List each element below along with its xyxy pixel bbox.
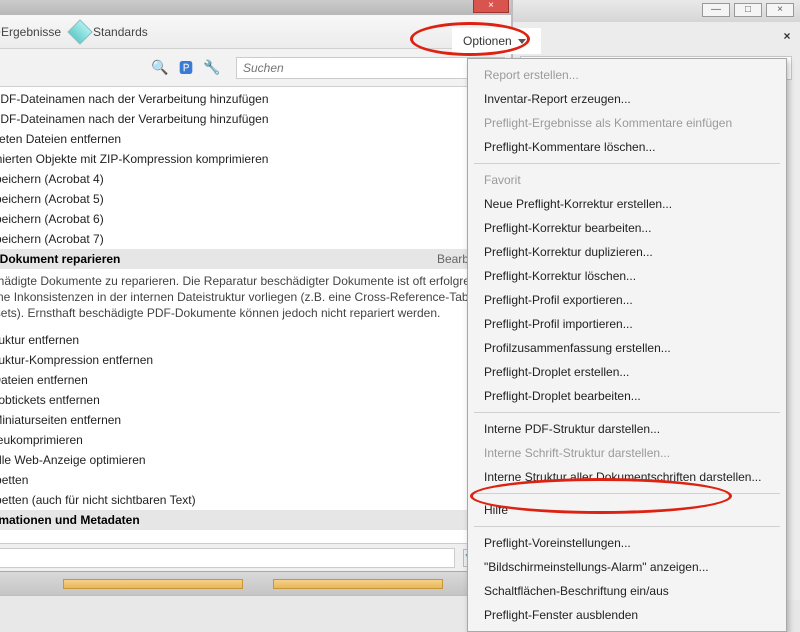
menu-item[interactable]: Preflight-Droplet erstellen...: [468, 360, 786, 384]
list-item[interactable]: -Struktur-Kompression entfernen: [0, 350, 511, 370]
menu-item[interactable]: Interne PDF-Struktur darstellen...: [468, 417, 786, 441]
menu-item: Favorit: [468, 168, 786, 192]
list-item[interactable]: 3 speichern (Acrobat 4): [0, 169, 511, 189]
menu-item[interactable]: Hilfe: [468, 498, 786, 522]
options-button[interactable]: Optionen: [452, 28, 541, 54]
toolbar: 🔍 🅿 🔧: [0, 49, 511, 87]
fixup-description: eschädigte Dokumente zu reparieren. Die …: [0, 269, 511, 330]
options-label: Optionen: [463, 34, 512, 48]
list-item[interactable]: einbetten: [0, 470, 511, 490]
bottom-field[interactable]: n: [0, 548, 455, 568]
menu-separator: [474, 526, 780, 527]
menu-item[interactable]: Profilzusammenfassung erstellen...: [468, 336, 786, 360]
menu-item[interactable]: Preflight-Korrektur löschen...: [468, 264, 786, 288]
tab-label: Standards: [93, 25, 148, 39]
list-item[interactable]: te Jobtickets entfernen: [0, 390, 511, 410]
fixups-list: m PDF-Dateinamen nach der Verarbeitung h…: [0, 89, 511, 535]
menu-item[interactable]: Neue Preflight-Korrektur erstellen...: [468, 192, 786, 216]
list-item[interactable]: te Miniaturseiten entfernen: [0, 410, 511, 430]
list-item[interactable]: betteten Dateien entfernen: [0, 129, 511, 149]
menu-item[interactable]: Preflight-Korrektur duplizieren...: [468, 240, 786, 264]
list-item[interactable]: 4 speichern (Acrobat 5): [0, 189, 511, 209]
list-item[interactable]: m PDF-Dateinamen nach der Verarbeitung h…: [0, 109, 511, 129]
menu-item[interactable]: Preflight-Droplet bearbeiten...: [468, 384, 786, 408]
selected-fixup-header[interactable]: tes Dokument reparieren Bearbeiten...: [0, 249, 511, 269]
list-item[interactable]: P neukomprimieren: [0, 430, 511, 450]
results-icon: [0, 19, 1, 44]
menu-item[interactable]: Preflight-Korrektur bearbeiten...: [468, 216, 786, 240]
wrench-search-icon[interactable]: 🔧: [202, 58, 222, 78]
menu-item[interactable]: Schaltflächen-Beschriftung ein/aus: [468, 579, 786, 603]
status-strip: [0, 571, 511, 595]
search-input[interactable]: [236, 57, 505, 79]
list-item[interactable]: primierten Objekte mit ZIP-Kompression k…: [0, 149, 511, 169]
list-item[interactable]: hnelle Web-Anzeige optimieren: [0, 450, 511, 470]
options-menu: Report erstellen...Inventar-Report erzeu…: [467, 58, 787, 632]
list-item[interactable]: m PDF-Dateinamen nach der Verarbeitung h…: [0, 89, 511, 109]
menu-item: Report erstellen...: [468, 63, 786, 87]
menu-item[interactable]: Preflight-Fenster ausblenden: [468, 603, 786, 627]
chevron-down-icon: [518, 39, 526, 44]
selected-fixup-title: tes Dokument reparieren: [0, 252, 120, 266]
progress-segment: [273, 579, 443, 589]
menu-item[interactable]: "Bildschirmeinstellungs-Alarm" anzeigen.…: [468, 555, 786, 579]
list-item[interactable]: einbetten (auch für nicht sichtbaren Tex…: [0, 490, 511, 510]
tab-bar: Ergebnisse Standards: [0, 15, 511, 49]
bg-titlebar: — □ ×: [513, 0, 800, 22]
preflight-window: × Ergebnisse Standards 🔍 🅿 🔧 m PDF-Datei…: [0, 0, 512, 596]
section-metadata: Formationen und Metadaten: [0, 510, 511, 530]
tab-standards[interactable]: Standards: [71, 23, 148, 41]
menu-item[interactable]: Preflight-Profil exportieren...: [468, 288, 786, 312]
magnify-gear-icon[interactable]: 🔍: [150, 58, 170, 78]
tab-results[interactable]: Ergebnisse: [0, 23, 61, 41]
menu-item[interactable]: Inventar-Report erzeugen...: [468, 87, 786, 111]
list-item[interactable]: te Dateien entfernen: [0, 370, 511, 390]
list-item[interactable]: -Struktur entfernen: [0, 330, 511, 350]
menu-separator: [474, 493, 780, 494]
standards-icon: [67, 19, 92, 44]
list-item[interactable]: 5 speichern (Acrobat 6): [0, 209, 511, 229]
menu-item[interactable]: Interne Struktur aller Dokumentschriften…: [468, 465, 786, 489]
menu-item[interactable]: Preflight-Profil importieren...: [468, 312, 786, 336]
bg-max-button[interactable]: □: [734, 3, 762, 17]
bg-min-button[interactable]: —: [702, 3, 730, 17]
panel-close-icon[interactable]: ×: [780, 30, 794, 44]
bg-close-button[interactable]: ×: [766, 3, 794, 17]
progress-segment: [63, 579, 243, 589]
profile-search-icon[interactable]: 🅿: [176, 58, 196, 78]
menu-separator: [474, 163, 780, 164]
menu-item[interactable]: Preflight-Kommentare löschen...: [468, 135, 786, 159]
window-close-button[interactable]: ×: [473, 0, 509, 13]
tab-label: Ergebnisse: [1, 25, 61, 39]
menu-separator: [474, 412, 780, 413]
menu-item: Interne Schrift-Struktur darstellen...: [468, 441, 786, 465]
window-titlebar: ×: [0, 0, 511, 15]
search-field[interactable]: [236, 57, 505, 79]
menu-item: Preflight-Ergebnisse als Kommentare einf…: [468, 111, 786, 135]
list-item[interactable]: 6 speichern (Acrobat 7): [0, 229, 511, 249]
menu-item[interactable]: Preflight-Voreinstellungen...: [468, 531, 786, 555]
bottom-bar: n 🔧 ✓: [0, 543, 511, 571]
